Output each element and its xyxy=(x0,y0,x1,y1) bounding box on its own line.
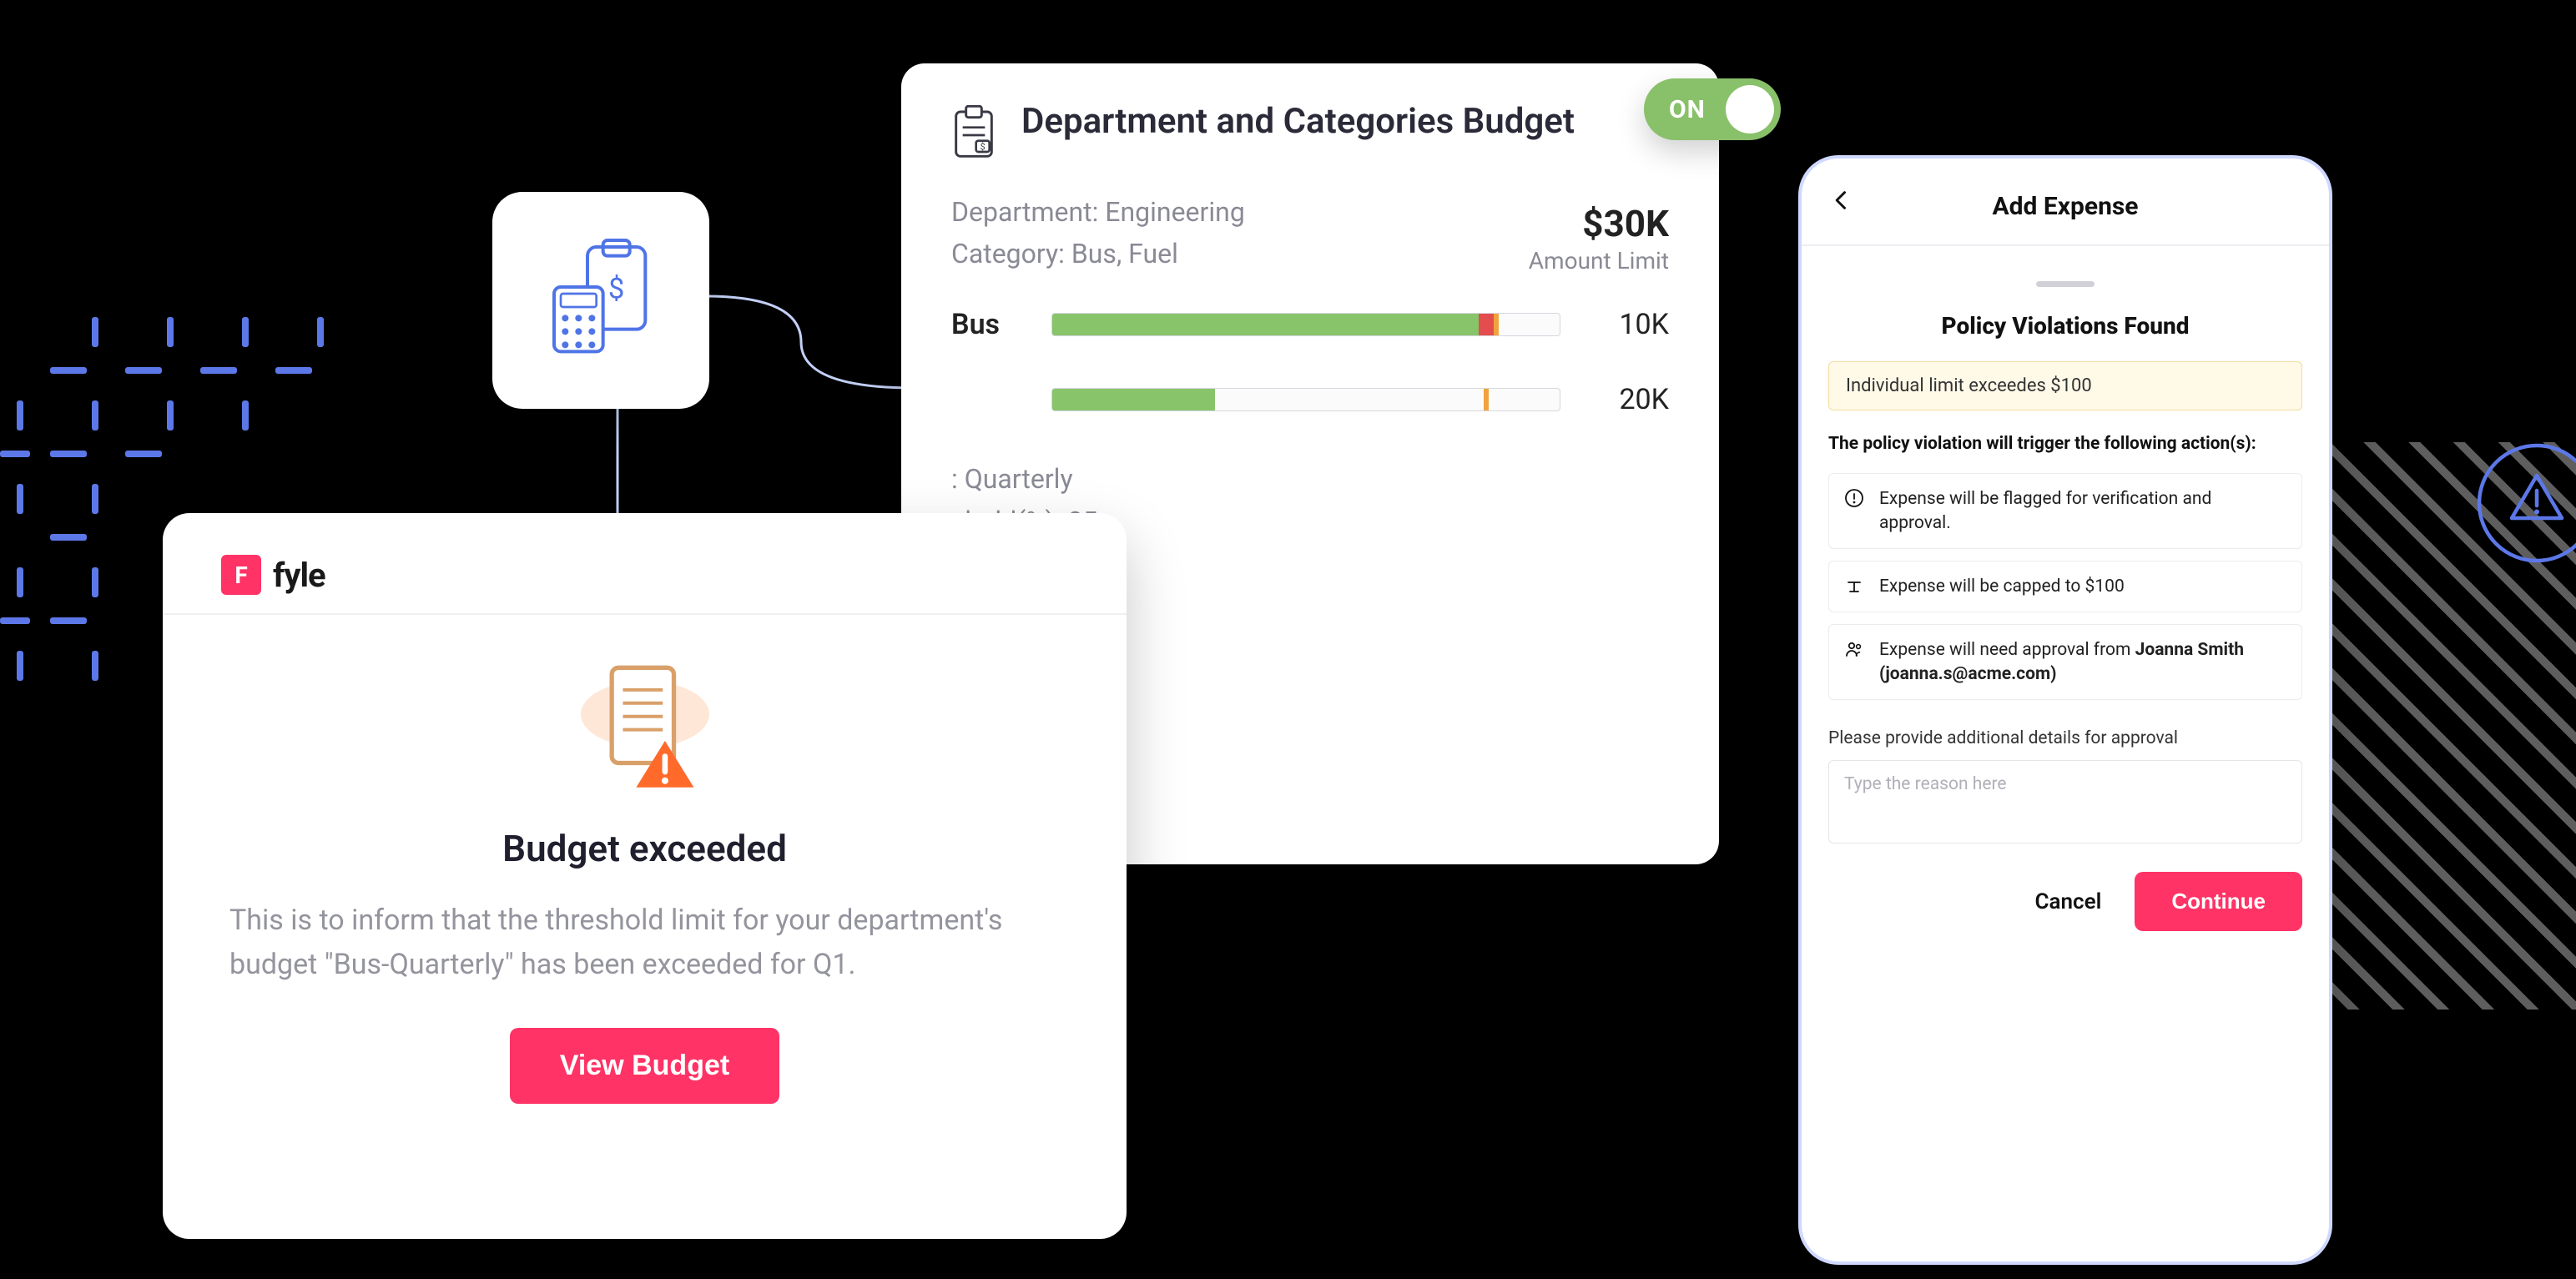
sheet-subtitle: The policy violation will trigger the fo… xyxy=(1828,432,2302,456)
clipboard-dollar-icon: $ xyxy=(951,105,996,159)
budget-bar-row: Fuel 20K xyxy=(951,383,1669,416)
budget-bar-label: Bus xyxy=(951,308,1051,341)
brand-logo-mark: F xyxy=(221,555,261,595)
approver-icon xyxy=(1844,639,1864,659)
cap-limit-icon xyxy=(1844,576,1864,596)
toggle-label: ON xyxy=(1669,95,1706,124)
budget-on-toggle[interactable]: ON xyxy=(1644,78,1781,140)
policy-action-text: Expense will be flagged for verification… xyxy=(1879,487,2286,535)
reason-prompt: Please provide additional details for ap… xyxy=(1828,728,2302,748)
budget-bar-value: 10K xyxy=(1560,308,1669,341)
connector-line xyxy=(701,292,918,392)
alert-info-icon xyxy=(1844,488,1864,508)
budget-exceeded-card: F fyle Budget exceeded This is to inform… xyxy=(163,513,1127,1239)
calculator-clipboard-icon: $ xyxy=(534,234,668,367)
divider xyxy=(1802,244,2329,246)
view-budget-button[interactable]: View Budget xyxy=(510,1028,779,1104)
brand-logo: F fyle xyxy=(221,555,1068,595)
policy-action-item: Expense will need approval from Joanna S… xyxy=(1828,624,2302,700)
alert-circle-icon xyxy=(2474,441,2576,566)
budget-department-line: Department: Engineering xyxy=(951,192,1245,234)
notification-body: This is to inform that the threshold lim… xyxy=(221,899,1068,986)
policy-action-item: Expense will be flagged for verification… xyxy=(1828,473,2302,549)
budget-bar-row: Bus 10K xyxy=(951,308,1669,341)
toggle-knob xyxy=(1726,85,1774,133)
budget-interval-line: : Quarterly xyxy=(951,458,1669,501)
notification-title: Budget exceeded xyxy=(502,827,787,870)
budget-bar-value: 20K xyxy=(1560,383,1669,416)
divider xyxy=(163,613,1127,615)
budget-bar-track xyxy=(1051,313,1560,336)
phone-screen-title: Add Expense xyxy=(1992,192,2138,221)
budget-card-title: Department and Categories Budget xyxy=(1021,100,1575,144)
sheet-grip[interactable] xyxy=(2036,281,2095,287)
svg-text:$: $ xyxy=(980,141,986,152)
document-alert-icon xyxy=(578,657,712,802)
reason-textarea[interactable]: Type the reason here xyxy=(1828,760,2302,843)
phone-mockup: Add Expense Policy Violations Found Indi… xyxy=(1798,155,2332,1265)
continue-button[interactable]: Continue xyxy=(2135,872,2302,931)
svg-text:$: $ xyxy=(608,272,624,305)
chevron-left-icon xyxy=(1830,189,1853,212)
cancel-button[interactable]: Cancel xyxy=(2035,889,2102,914)
budget-amount: $30K xyxy=(1529,202,1669,245)
budget-bar-track xyxy=(1051,388,1560,411)
budget-category-line: Category: Bus, Fuel xyxy=(951,234,1245,275)
policy-action-text: Expense will be capped to $100 xyxy=(1879,575,2125,598)
violation-banner: Individual limit exceedes $100 xyxy=(1828,361,2302,410)
back-button[interactable] xyxy=(1830,189,1853,215)
budget-amount-label: Amount Limit xyxy=(1529,247,1669,274)
brand-logo-text: fyle xyxy=(273,556,325,595)
budget-icon-card: $ xyxy=(492,192,709,409)
policy-action-text: Expense will need approval from Joanna S… xyxy=(1879,638,2286,686)
policy-violation-sheet: Policy Violations Found Individual limit… xyxy=(1828,281,2302,1236)
policy-action-item: Expense will be capped to $100 xyxy=(1828,561,2302,612)
sheet-title: Policy Violations Found xyxy=(1828,312,2302,340)
